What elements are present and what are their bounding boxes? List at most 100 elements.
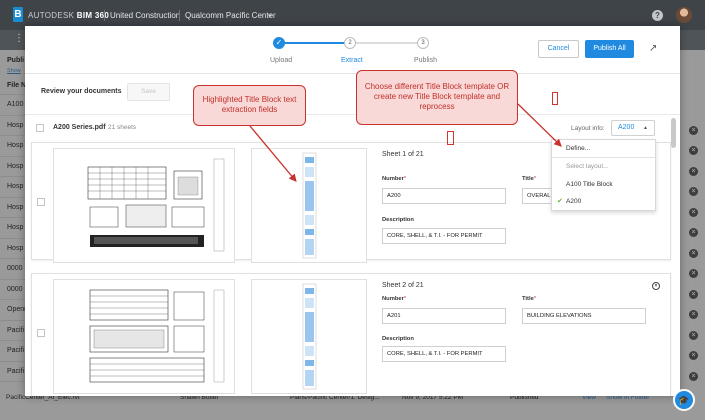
project-selector[interactable]: Qualcomm Pacific Center bbox=[185, 11, 276, 20]
description-label: Description bbox=[382, 217, 414, 223]
group-checkbox[interactable] bbox=[36, 124, 44, 132]
step-publish-number: 3 bbox=[417, 37, 429, 49]
annotation-callout-title-block-template: Choose different Title Block template OR… bbox=[356, 70, 518, 125]
layout-select[interactable]: A200 ▲ bbox=[611, 120, 655, 136]
group-file-name: A200 Series.pdf bbox=[53, 124, 106, 131]
title-block-thumbnail[interactable] bbox=[251, 279, 367, 394]
layout-dropdown-menu: Define... Select layout... A100 Title Bl… bbox=[551, 139, 656, 211]
step-publish-label: Publish bbox=[414, 57, 437, 64]
remove-icon[interactable]: × bbox=[682, 305, 705, 326]
title-label: Title* bbox=[522, 176, 537, 182]
title-field[interactable]: BUILDING ELEVATIONS bbox=[522, 308, 646, 324]
remove-icon[interactable]: × bbox=[682, 284, 705, 305]
remove-icon[interactable]: × bbox=[682, 325, 705, 346]
title-block-image bbox=[302, 152, 317, 259]
cancel-button[interactable]: Cancel bbox=[538, 40, 579, 58]
menu-item-select-layout: Select layout... bbox=[566, 163, 609, 170]
description-field[interactable]: CORE, SHELL, & T.I. - FOR PERMIT bbox=[382, 228, 506, 244]
sheet-drawing-image bbox=[87, 158, 225, 252]
menu-item-a200-label: A200 bbox=[566, 198, 582, 205]
sheet-heading: Sheet 1 of 21 bbox=[382, 151, 424, 158]
wizard-stepper: ✓ 2 3 Upload Extract Publish Cancel Publ… bbox=[25, 26, 680, 74]
remove-icon[interactable]: × bbox=[682, 223, 705, 244]
step-extract-number: 2 bbox=[344, 37, 356, 49]
sheet-drawing-image bbox=[89, 289, 225, 383]
step-upload-check-icon: ✓ bbox=[273, 37, 285, 49]
document-group-header: A200 Series.pdf 21 sheets Layout info: A… bbox=[25, 114, 680, 140]
list-item: Hosp bbox=[0, 157, 26, 177]
sheet-thumbnail[interactable] bbox=[53, 279, 235, 394]
list-item: 0000 bbox=[0, 259, 26, 280]
list-item: Hosp bbox=[0, 218, 26, 239]
list-item: A100 bbox=[0, 95, 26, 116]
list-item: Hosp bbox=[0, 177, 26, 198]
avatar[interactable] bbox=[676, 7, 692, 23]
title-block-thumbnail[interactable] bbox=[251, 148, 367, 263]
expand-icon[interactable]: ↗ bbox=[649, 43, 657, 54]
remove-icon[interactable]: × bbox=[682, 366, 705, 387]
background-show-link[interactable]: Show bbox=[0, 66, 26, 76]
account-name[interactable]: United Construction bbox=[110, 11, 180, 20]
remove-icon[interactable]: × bbox=[682, 161, 705, 182]
background-title: Publi bbox=[7, 57, 25, 64]
remove-icon[interactable]: × bbox=[682, 120, 705, 141]
menu-item-define[interactable]: Define... bbox=[552, 140, 655, 157]
publish-all-button[interactable]: Publish All bbox=[585, 40, 634, 58]
annotation-highlight-box bbox=[552, 92, 558, 105]
scrollbar-thumb[interactable] bbox=[671, 118, 676, 148]
step-extract-label: Extract bbox=[341, 57, 363, 64]
background-file-column: Publi Show File N A100 Hosp Hosp Hosp Ho… bbox=[0, 55, 26, 382]
extract-modal: ✓ 2 3 Upload Extract Publish Cancel Publ… bbox=[25, 26, 680, 396]
number-label: Number* bbox=[382, 176, 407, 182]
sheet-checkbox[interactable] bbox=[37, 198, 45, 206]
group-sheet-count: 21 sheets bbox=[108, 124, 137, 131]
list-item: Hosp bbox=[0, 198, 26, 218]
close-icon[interactable]: × bbox=[652, 282, 660, 290]
sheet-checkbox[interactable] bbox=[37, 329, 45, 337]
remove-icon[interactable]: × bbox=[682, 264, 705, 285]
sheet-card: Sheet 2 of 21 × Number* A201 Description… bbox=[31, 273, 671, 396]
list-item: Hosp bbox=[0, 239, 26, 259]
caret-up-icon: ▲ bbox=[643, 125, 648, 131]
remove-icon[interactable]: × bbox=[682, 182, 705, 203]
description-label: Description bbox=[382, 336, 414, 342]
sheet-heading: Sheet 2 of 21 bbox=[382, 282, 424, 289]
number-field[interactable]: A200 bbox=[382, 188, 506, 204]
remove-icon[interactable]: × bbox=[682, 346, 705, 367]
list-item: Pacifi bbox=[0, 362, 26, 382]
step-remaining-line bbox=[350, 42, 423, 44]
help-icon[interactable]: ? bbox=[652, 10, 663, 21]
graduation-cap-icon[interactable]: 🎓 bbox=[673, 389, 695, 411]
number-label: Number* bbox=[382, 296, 407, 302]
title-label: Title* bbox=[522, 296, 537, 302]
menu-item-a200[interactable]: ✔ A200 bbox=[552, 193, 655, 210]
list-item: Pacifi bbox=[0, 321, 26, 341]
list-item: Hosp bbox=[0, 136, 26, 157]
brand-name: AUTODESK BIM 360 bbox=[28, 11, 110, 20]
list-item: Pacifi bbox=[0, 341, 26, 362]
divider bbox=[179, 10, 180, 21]
menu-item-a100-title-block[interactable]: A100 Title Block bbox=[552, 176, 655, 193]
description-field[interactable]: CORE, SHELL, & T.I. - FOR PERMIT bbox=[382, 346, 506, 362]
divider bbox=[104, 10, 105, 21]
annotation-highlight-box bbox=[447, 131, 454, 145]
remove-icon[interactable]: × bbox=[682, 141, 705, 162]
layout-info-label: Layout info: bbox=[571, 125, 605, 132]
list-item: 0000 bbox=[0, 280, 26, 300]
chevron-down-icon[interactable]: ▾ bbox=[268, 12, 272, 20]
list-item: Openi bbox=[0, 300, 26, 321]
step-progress-line bbox=[279, 42, 349, 44]
remove-icon[interactable]: × bbox=[682, 243, 705, 264]
bim360-logo: B bbox=[13, 7, 23, 22]
save-button[interactable]: Save bbox=[127, 83, 170, 101]
annotation-callout-extraction-fields: Highlighted Title Block text extraction … bbox=[193, 85, 306, 126]
modal-scrollbar[interactable] bbox=[671, 114, 677, 394]
number-field[interactable]: A201 bbox=[382, 308, 506, 324]
check-icon: ✔ bbox=[557, 198, 563, 205]
layout-select-value: A200 bbox=[618, 124, 635, 131]
background-remove-column: × × × × × × × × × × × × × bbox=[682, 120, 705, 387]
sheet-thumbnail[interactable] bbox=[53, 148, 235, 263]
list-item: Hosp bbox=[0, 116, 26, 136]
remove-icon[interactable]: × bbox=[682, 202, 705, 223]
title-block-image bbox=[302, 283, 317, 390]
